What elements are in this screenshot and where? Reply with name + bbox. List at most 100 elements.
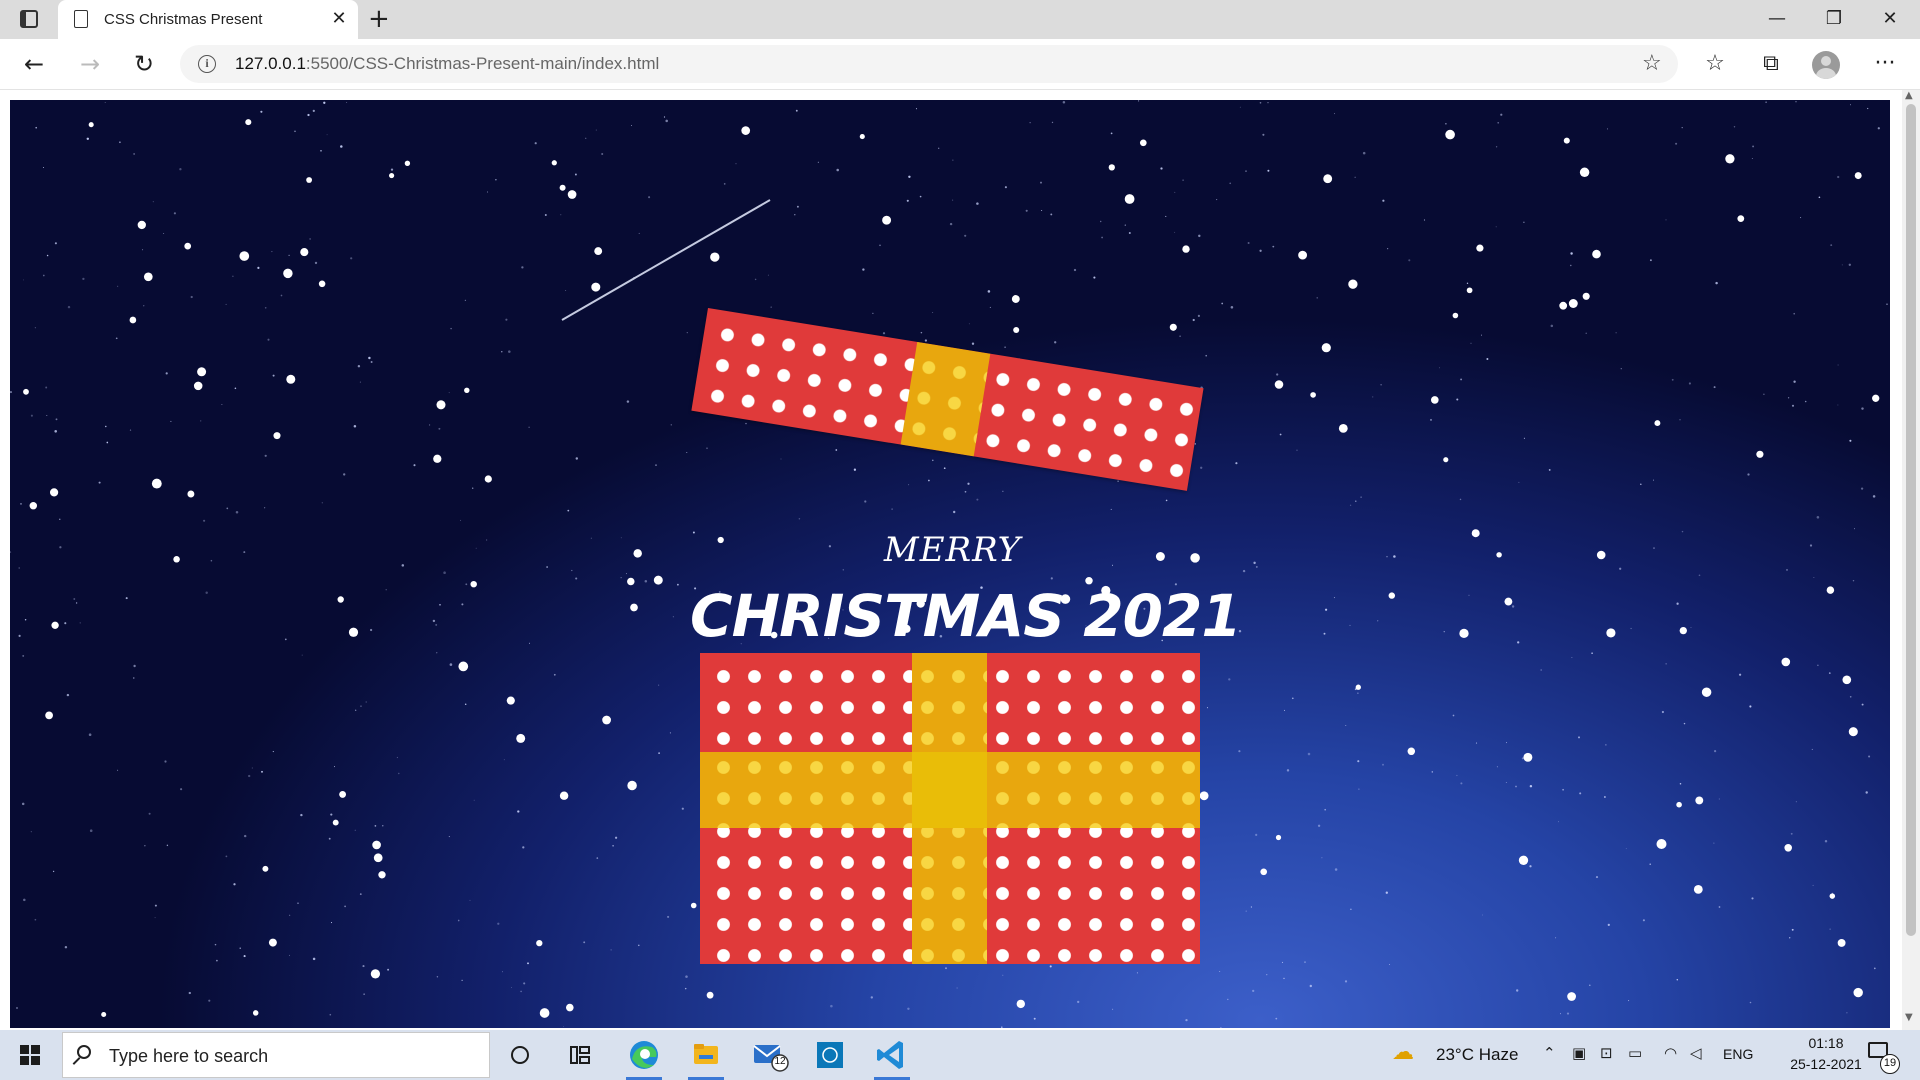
star (1357, 692, 1359, 694)
snowflake (1518, 855, 1529, 865)
snowflake (1523, 752, 1533, 762)
more-icon[interactable]: ··· (1868, 48, 1902, 80)
close-icon[interactable]: ✕ (328, 6, 350, 32)
restore-button[interactable]: ❐ (1814, 6, 1854, 32)
star (1523, 221, 1525, 224)
star (945, 967, 947, 970)
dell-app-icon[interactable] (808, 1035, 852, 1075)
star (920, 331, 923, 334)
star (1605, 744, 1607, 746)
star (1128, 231, 1131, 235)
star (1818, 196, 1821, 199)
scroll-down-icon[interactable]: ▼ (1905, 1012, 1913, 1023)
meet-now-icon[interactable]: ▣ (1572, 1044, 1586, 1062)
reload-icon[interactable]: ↻ (128, 48, 160, 80)
star (1480, 334, 1483, 336)
star (152, 201, 154, 203)
window-close-button[interactable]: ✕ (1870, 6, 1910, 32)
star (908, 175, 911, 179)
star (1317, 824, 1321, 827)
snowflake (318, 280, 326, 288)
vertical-scrollbar[interactable]: ▲ ▼ (1902, 90, 1920, 1030)
snowflake (252, 1010, 259, 1016)
star (1050, 213, 1053, 216)
window-menu-icon[interactable] (20, 10, 38, 28)
info-icon[interactable]: i (198, 55, 216, 73)
add-favorite-icon[interactable]: ☆ (1642, 51, 1662, 76)
vscode-icon[interactable] (870, 1035, 914, 1080)
star (1830, 244, 1833, 247)
snowflake (1199, 791, 1209, 801)
snowflake (49, 488, 59, 497)
star (686, 452, 688, 454)
star (448, 392, 450, 394)
star (164, 760, 167, 763)
star (1468, 594, 1470, 596)
scroll-thumb[interactable] (1906, 104, 1916, 936)
weather-text[interactable]: 23°C Haze (1436, 1045, 1518, 1065)
snowflake (143, 272, 153, 282)
star (670, 424, 672, 426)
plus-icon[interactable]: + (368, 4, 390, 34)
star (1550, 324, 1554, 328)
forward-icon[interactable]: → (74, 48, 106, 80)
star (1242, 569, 1246, 573)
star (658, 684, 660, 686)
edge-browser-icon[interactable] (622, 1035, 666, 1080)
star (1323, 632, 1326, 635)
weather-haze-icon[interactable]: ☁ (1392, 1040, 1414, 1065)
star (1179, 335, 1181, 337)
favorites-icon[interactable]: ☆ (1698, 48, 1732, 80)
star (798, 517, 801, 520)
snowflake (337, 596, 344, 603)
star (200, 420, 202, 422)
task-view-icon[interactable] (558, 1035, 602, 1075)
language-indicator[interactable]: ENG (1723, 1046, 1753, 1062)
star (354, 829, 356, 831)
snowflake (300, 248, 309, 257)
snowflake (1842, 675, 1852, 685)
cortana-icon[interactable] (498, 1035, 542, 1075)
windows-start-icon[interactable] (0, 1030, 60, 1080)
star (54, 430, 57, 433)
star (307, 113, 310, 117)
snowflake (1559, 301, 1568, 310)
star (10, 551, 12, 553)
star (1041, 209, 1043, 212)
battery-icon[interactable]: ▭ (1628, 1044, 1642, 1062)
ribbon-knot (912, 752, 987, 828)
profile-avatar[interactable] (1812, 51, 1840, 79)
star (1456, 398, 1459, 401)
clock-time[interactable]: 01:18 (1786, 1035, 1866, 1051)
snowflake (372, 840, 381, 850)
collections-icon[interactable]: ⧉ (1754, 48, 1788, 80)
back-icon[interactable]: ← (18, 48, 50, 80)
snowflake (1853, 987, 1863, 998)
file-explorer-icon[interactable] (684, 1035, 728, 1080)
browser-tab[interactable]: CSS Christmas Present ✕ (58, 0, 358, 39)
star (1459, 498, 1462, 501)
volume-icon[interactable]: ◁ (1690, 1044, 1702, 1062)
scroll-up-icon[interactable]: ▲ (1905, 90, 1913, 101)
star (1505, 782, 1507, 784)
onedrive-icon[interactable]: ⊡ (1600, 1044, 1613, 1062)
clock-date[interactable]: 25-12-2021 (1786, 1056, 1866, 1072)
url-text[interactable]: 127.0.0.1:5500/CSS-Christmas-Present-mai… (235, 54, 659, 74)
snowflake (101, 1011, 107, 1018)
star (612, 844, 614, 847)
address-bar[interactable]: i 127.0.0.1:5500/CSS-Christmas-Present-m… (180, 45, 1678, 83)
star (620, 537, 622, 539)
star (1062, 100, 1066, 104)
snowflake (1756, 450, 1764, 458)
star (166, 844, 169, 847)
star (104, 101, 106, 104)
star (449, 663, 453, 666)
chevron-up-icon[interactable]: ⌃ (1543, 1044, 1556, 1062)
mail-icon[interactable]: 12 (746, 1035, 790, 1075)
wifi-icon[interactable]: ◠ (1664, 1044, 1677, 1062)
taskbar-search[interactable]: Type here to search (62, 1032, 490, 1078)
star (1099, 220, 1102, 223)
snowflake (630, 603, 638, 612)
star (359, 381, 361, 383)
minimize-button[interactable]: — (1757, 6, 1797, 32)
